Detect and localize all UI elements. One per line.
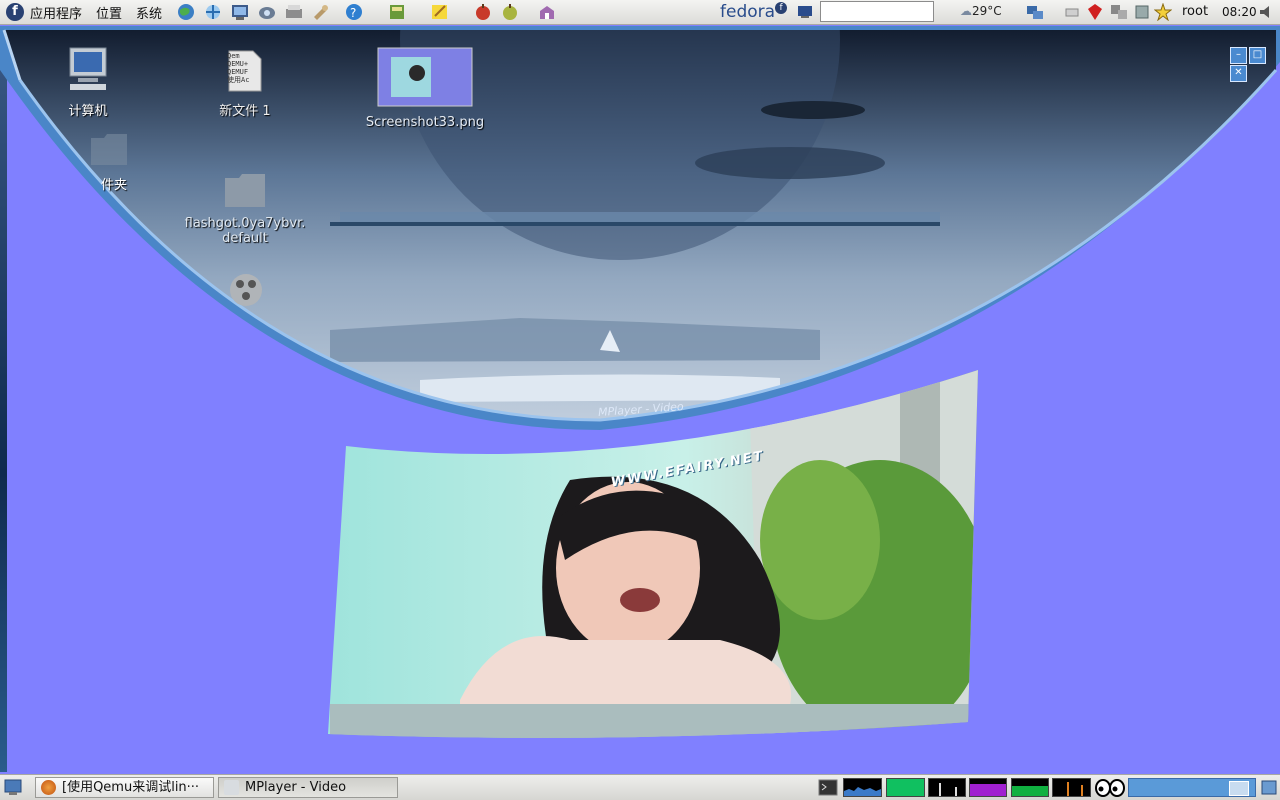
fedora-logo: fedora f [720, 2, 788, 22]
disk-monitor[interactable] [1052, 778, 1091, 797]
folder-icon [225, 174, 265, 207]
package-icon[interactable] [537, 3, 557, 21]
book-icon[interactable] [387, 3, 407, 21]
cloud-icon: ☁ [960, 4, 972, 18]
network-monitor[interactable] [928, 778, 966, 797]
help-icon[interactable]: ? [344, 3, 364, 21]
task-label: MPlayer - Video [245, 780, 347, 795]
curved-desktop [0, 26, 1280, 430]
fruit-icon[interactable] [500, 3, 520, 21]
load-monitor[interactable] [1011, 778, 1049, 797]
menu-applications[interactable]: 应用程序 [30, 3, 82, 22]
star-icon[interactable] [1154, 3, 1172, 21]
globe-icon[interactable] [176, 3, 196, 21]
user-name[interactable]: root [1182, 4, 1208, 19]
fedora-menu-icon[interactable]: f [6, 3, 24, 21]
keyboard-icon[interactable] [1064, 3, 1082, 21]
menu-places[interactable]: 位置 [96, 3, 122, 22]
desktop-icon-label: flashgot.0ya7ybvr. default [184, 216, 306, 246]
search-input[interactable] [820, 1, 934, 22]
notes-icon[interactable] [430, 3, 450, 21]
file-preview-text: Qem QEMU+ QEMUF 使用Ac [227, 52, 250, 84]
network-status-icon[interactable] [1026, 3, 1044, 21]
svg-text:?: ? [350, 6, 356, 20]
bottom-panel: [使用Qemu来调试lin··· MPlayer - Video [0, 774, 1280, 800]
desktop-icon-flashgot[interactable]: flashgot.0ya7ybvr. default [182, 172, 308, 246]
scanner-icon[interactable] [284, 3, 304, 21]
screenshot-icon[interactable] [230, 3, 250, 21]
volume-icon[interactable] [1258, 3, 1276, 21]
trash-icon[interactable] [1260, 779, 1278, 796]
cpu-graph-icon [844, 787, 881, 796]
swap-monitor[interactable] [969, 778, 1007, 797]
disk-graph-icon [1067, 782, 1083, 796]
net-graph-icon [939, 783, 957, 796]
film-reel-icon[interactable] [226, 270, 266, 310]
memory-monitor[interactable] [886, 778, 925, 797]
workspace-window-thumb [1229, 781, 1249, 796]
camera-icon[interactable] [257, 3, 277, 21]
task-button-firefox[interactable]: [使用Qemu来调试lin··· [35, 777, 214, 798]
weather-indicator[interactable]: ☁29°C [960, 4, 1002, 18]
terminal-icon[interactable] [818, 779, 838, 796]
wrench-icon[interactable] [311, 3, 331, 21]
image-thumbnail-icon [377, 47, 473, 107]
eyes-icon[interactable] [1095, 779, 1125, 797]
desktop-icon-label: Screenshot33.png [365, 115, 485, 130]
task-label: [使用Qemu来调试lin··· [62, 780, 200, 795]
desktop-icon-label: 计算机 [68, 104, 108, 119]
folder-icon [91, 134, 127, 165]
computer-icon [69, 47, 107, 90]
desktop-icon-folder[interactable]: 件夹 [74, 132, 144, 193]
window-controls: – □✕ [1228, 46, 1280, 82]
workspace-switcher[interactable] [1128, 778, 1256, 797]
monitor-icon[interactable] [796, 3, 814, 21]
clock[interactable]: 08:20 [1222, 5, 1257, 19]
desktop-icon-new-file[interactable]: Qem QEMU+ QEMUF 使用Ac 新文件 1 [212, 50, 278, 119]
desktop-icon-label: 新文件 1 [219, 104, 271, 119]
apple-icon[interactable] [473, 3, 493, 21]
menu-system[interactable]: 系统 [136, 3, 162, 22]
desktop-icon-label: 件夹 [100, 178, 127, 193]
network-icon[interactable] [203, 3, 223, 21]
cpu-monitor[interactable] [843, 778, 882, 797]
desktop-icon-computer[interactable]: 计算机 [55, 46, 121, 119]
maximize-icon[interactable]: □ [1249, 47, 1266, 64]
device-icon[interactable] [1133, 3, 1151, 21]
minimize-icon[interactable]: – [1230, 47, 1247, 64]
mplayer-icon [224, 780, 239, 795]
computers-icon[interactable] [1110, 3, 1128, 21]
task-button-mplayer[interactable]: MPlayer - Video [218, 777, 398, 798]
close-icon[interactable]: ✕ [1230, 65, 1247, 82]
ruby-icon[interactable] [1086, 3, 1104, 21]
desktop-icon-screenshot[interactable]: Screenshot33.png [363, 47, 487, 130]
firefox-icon [41, 780, 56, 795]
show-desktop-icon[interactable] [4, 779, 22, 796]
